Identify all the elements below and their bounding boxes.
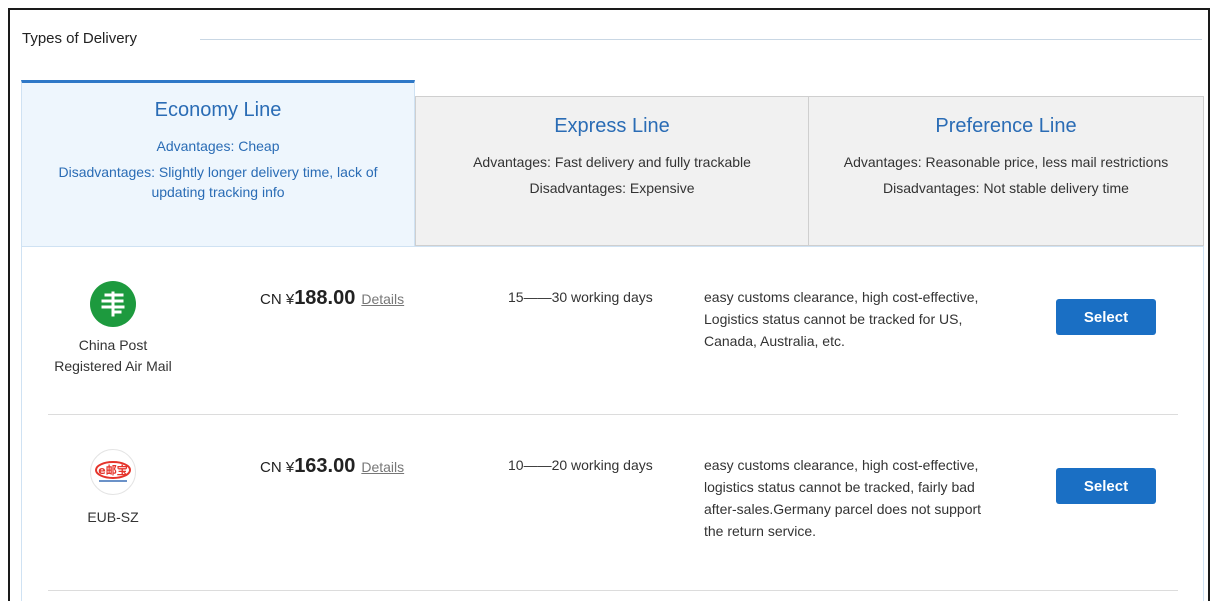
tab-advantages: Advantages: Fast delivery and fully trac… xyxy=(473,154,751,170)
select-button[interactable]: Select xyxy=(1056,468,1156,504)
eub-logo-text: e邮宝 xyxy=(98,463,127,477)
section-divider xyxy=(200,39,1202,40)
select-button[interactable]: Select xyxy=(1056,299,1156,335)
carrier-name: EUB-SZ xyxy=(87,509,139,525)
tab-title: Express Line xyxy=(554,115,670,137)
delivery-line-tabs: Economy Line Advantages: Cheap Disadvant… xyxy=(21,80,1204,246)
tab-preference-line[interactable]: Preference Line Advantages: Reasonable p… xyxy=(808,96,1204,246)
eub-logo-icon: e邮宝 xyxy=(90,449,136,495)
section-title: Types of Delivery xyxy=(22,30,138,47)
tab-disadvantages: Disadvantages: Slightly longer delivery … xyxy=(58,164,378,200)
price-currency: CN ¥ xyxy=(260,291,295,308)
tab-disadvantages: Disadvantages: Not stable delivery time xyxy=(883,180,1129,196)
option-description: easy customs clearance, high cost-effect… xyxy=(704,457,982,539)
china-post-logo-icon xyxy=(90,281,136,327)
delivery-time: 10——20 working days xyxy=(508,457,653,473)
tab-title: Economy Line xyxy=(154,99,282,121)
delivery-options-list: China Post Registered Air Mail CN ¥188.0… xyxy=(21,246,1204,601)
price-value: 188.00 xyxy=(294,287,356,309)
carrier-name: China Post Registered Air Mail xyxy=(54,337,172,374)
price-value: 163.00 xyxy=(294,455,356,477)
price: CN ¥163.00 Details xyxy=(260,455,404,478)
delivery-time: 15——30 working days xyxy=(508,289,653,305)
details-link[interactable]: Details xyxy=(361,459,404,475)
delivery-option-row: e邮宝 EUB-SZ CN ¥163.00 Details 10——20 work… xyxy=(48,415,1178,591)
tab-disadvantages: Disadvantages: Expensive xyxy=(529,180,695,196)
tab-advantages: Advantages: Cheap xyxy=(156,138,280,154)
tab-advantages: Advantages: Reasonable price, less mail … xyxy=(843,154,1169,170)
delivery-panel: Types of Delivery Economy Line Advantage… xyxy=(8,8,1210,601)
carrier-info: China Post Registered Air Mail xyxy=(48,281,178,377)
carrier-info: e邮宝 EUB-SZ xyxy=(48,449,178,528)
section-header: Types of Delivery xyxy=(22,28,1202,50)
tab-economy-line[interactable]: Economy Line Advantages: Cheap Disadvant… xyxy=(21,80,415,246)
price: CN ¥188.00 Details xyxy=(260,287,404,310)
details-link[interactable]: Details xyxy=(361,291,404,307)
option-description: easy customs clearance, high cost-effect… xyxy=(704,289,979,349)
price-currency: CN ¥ xyxy=(260,459,295,476)
delivery-option-row: China Post Registered Air Mail CN ¥188.0… xyxy=(48,247,1178,415)
tab-express-line[interactable]: Express Line Advantages: Fast delivery a… xyxy=(415,96,809,246)
tab-title: Preference Line xyxy=(935,115,1077,137)
